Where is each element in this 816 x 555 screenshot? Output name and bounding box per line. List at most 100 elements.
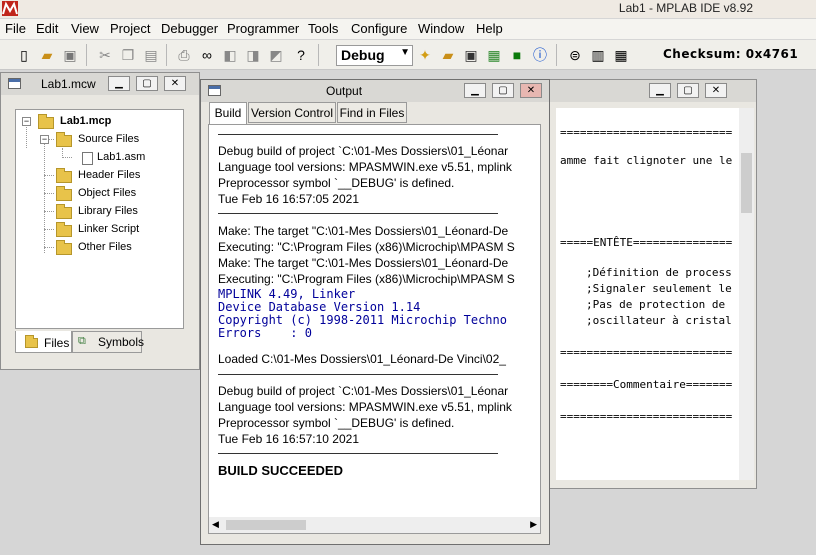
toolbar-separator [166, 44, 167, 66]
editor-title-bar[interactable]: ▁ ▢ ✕ [546, 80, 756, 102]
tree-label-header-files: Header Files [78, 169, 141, 181]
info-icon[interactable]: ⓘ [531, 46, 549, 64]
save-icon[interactable]: ▣ [61, 46, 79, 64]
tab-symbols-label: Symbols [98, 335, 145, 349]
tree-label-object-files: Object Files [78, 187, 137, 199]
editor-window: ▁ ▢ ✕ ========================== amme fa… [545, 79, 757, 489]
workspace-window: Lab1.mcw ▁ ▢ ✕ − Lab1.mcp − Source Files… [0, 72, 200, 370]
log-line: MPLINK 4.49, Linker [218, 287, 356, 301]
code-line: ;oscillateur à cristal [586, 314, 732, 327]
open-project-icon[interactable]: ▰ [439, 46, 457, 64]
scrollbar-thumb[interactable] [226, 520, 306, 530]
tree-label-source-file: Lab1.asm [97, 151, 146, 163]
scroll-left-icon[interactable]: ◀ [212, 519, 219, 530]
window-layout-icon[interactable]: ▦ [612, 46, 630, 64]
memory-view-icon[interactable]: ▥ [589, 46, 607, 64]
workspace-title-bar[interactable]: Lab1.mcw ▁ ▢ ✕ [1, 73, 199, 95]
maximize-icon[interactable]: ▢ [136, 76, 158, 91]
tree-guide [44, 247, 54, 248]
code-line: ========================== [560, 410, 733, 423]
scroll-right-icon[interactable]: ▶ [530, 519, 537, 530]
build-status: BUILD SUCCEEDED [218, 463, 343, 478]
menu-help[interactable]: Help [476, 21, 503, 36]
folder-icon [56, 186, 72, 201]
folder-icon [25, 335, 38, 348]
build-output-log[interactable]: Debug build of project `C:\01-Mes Dossie… [208, 124, 541, 534]
source-editor[interactable]: ========================== amme fait cli… [556, 108, 739, 480]
folder-icon [38, 114, 54, 129]
menu-window[interactable]: Window [418, 21, 464, 36]
title-bar: Lab1 - MPLAB IDE v8.92 [0, 0, 816, 18]
code-line: ;Définition de process [586, 266, 732, 279]
log-line: Tue Feb 16 16:57:05 2021 [218, 192, 359, 206]
copy-icon[interactable]: ❐ [119, 46, 137, 64]
toolbar: ▯ ▰ ▣ ✂ ❐ ▤ ⎙ ∞ ◧ ◨ ◩ ? Debug ▼ ✦ ▰ ▣ ▦ … [0, 40, 816, 70]
toolbar-separator [318, 44, 319, 66]
maximize-icon[interactable]: ▢ [677, 83, 699, 98]
scrollbar-thumb[interactable] [741, 153, 752, 213]
menu-project[interactable]: Project [110, 21, 150, 36]
save-workspace-icon[interactable]: ▣ [462, 46, 480, 64]
log-line: Make: The target "C:\01-Mes Dossiers\01_… [218, 224, 509, 238]
close-icon[interactable]: ✕ [164, 76, 186, 91]
close-icon[interactable]: ✕ [705, 83, 727, 98]
build-configuration-value: Debug [341, 47, 385, 63]
tab-build[interactable]: Build [209, 102, 247, 125]
collapse-icon[interactable]: − [22, 117, 31, 126]
chevron-down-icon: ▼ [400, 47, 410, 58]
tree-label-other-files: Other Files [78, 241, 132, 253]
tree-label-library-files: Library Files [78, 205, 138, 217]
minimize-icon[interactable]: ▁ [649, 83, 671, 98]
help-question-icon[interactable]: ? [292, 46, 310, 64]
tab-find-in-files[interactable]: Find in Files [337, 102, 407, 123]
menu-edit[interactable]: Edit [36, 21, 58, 36]
close-icon[interactable]: ✕ [520, 83, 542, 98]
minimize-icon[interactable]: ▁ [464, 83, 486, 98]
code-line: ;Signaler seulement le [586, 282, 732, 295]
tab-symbols[interactable]: ⧉ Symbols [72, 331, 145, 353]
new-project-icon[interactable]: ✦ [416, 46, 434, 64]
build-all-icon[interactable]: ■ [508, 46, 526, 64]
window-icon [208, 85, 221, 96]
build-icon[interactable]: ▦ [485, 46, 503, 64]
menu-file[interactable]: File [5, 21, 26, 36]
cut-icon[interactable]: ✂ [96, 46, 114, 64]
toolbar-separator [86, 44, 87, 66]
maximize-icon[interactable]: ▢ [492, 83, 514, 98]
tree-label-linker-script: Linker Script [78, 223, 140, 235]
menu-bar: File Edit View Project Debugger Programm… [0, 19, 816, 39]
print-icon[interactable]: ⎙ [175, 46, 193, 64]
window-title: Lab1 - MPLAB IDE v8.92 [618, 1, 753, 15]
tree-guide [26, 124, 27, 148]
separator-line [218, 374, 498, 375]
code-line: ;Pas de protection de [586, 298, 726, 311]
collapse-icon[interactable]: − [40, 135, 49, 144]
menu-debugger[interactable]: Debugger [161, 21, 218, 36]
build-configuration-select[interactable]: Debug ▼ [336, 45, 413, 66]
log-line: Preprocessor symbol `__DEBUG' is defined… [218, 416, 455, 430]
log-line: Executing: "C:\Program Files (x86)\Micro… [218, 240, 515, 254]
menu-programmer[interactable]: Programmer [227, 21, 299, 36]
paste-icon[interactable]: ▤ [142, 46, 160, 64]
open-folder-icon[interactable]: ▰ [38, 46, 56, 64]
menu-view[interactable]: View [71, 21, 99, 36]
menu-tools[interactable]: Tools [308, 21, 338, 36]
folder-icon [56, 222, 72, 237]
output-horizontal-scrollbar[interactable]: ◀ ▶ [209, 517, 540, 533]
tab-version-control[interactable]: Version Control [248, 102, 336, 123]
project-manager-icon[interactable]: ⊜ [566, 46, 584, 64]
tab-files[interactable]: Files [15, 331, 72, 353]
folder-icon [56, 132, 72, 147]
editor-vertical-scrollbar[interactable] [739, 108, 754, 480]
log-line: Language tool versions: MPASMWIN.exe v5.… [218, 400, 512, 414]
minimize-icon[interactable]: ▁ [108, 76, 130, 91]
toolbar-separator [556, 44, 557, 66]
find-in-files-icon[interactable]: ◧ [221, 46, 239, 64]
bookmark-icon[interactable]: ◨ [244, 46, 262, 64]
menu-configure[interactable]: Configure [351, 21, 407, 36]
next-bookmark-icon[interactable]: ◩ [267, 46, 285, 64]
output-title-bar[interactable]: Output ▁ ▢ ✕ [201, 80, 549, 102]
find-binoculars-icon[interactable]: ∞ [198, 46, 216, 64]
new-file-icon[interactable]: ▯ [15, 46, 33, 64]
workspace-tabs: Files ⧉ Symbols [15, 331, 145, 355]
